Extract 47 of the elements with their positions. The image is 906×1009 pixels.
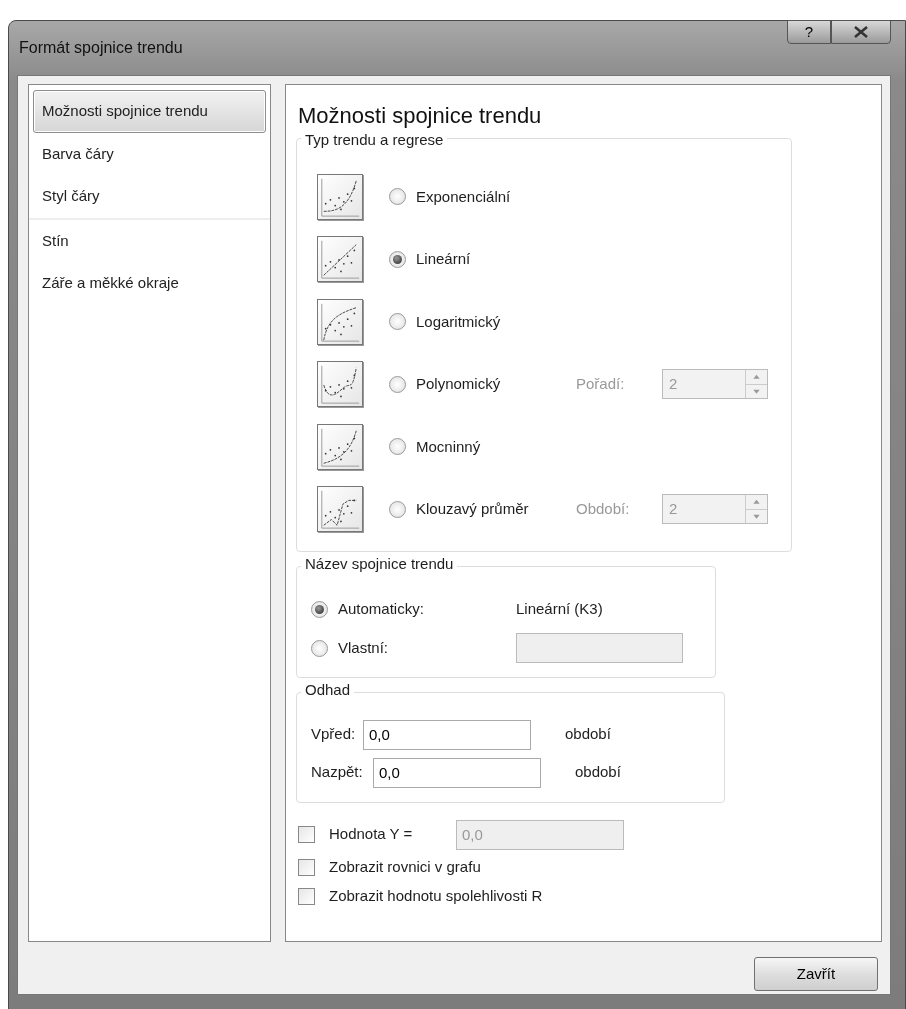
unit-label: období: [565, 724, 611, 745]
parameter-label: Období:: [576, 499, 631, 519]
number-field[interactable]: 0,0: [363, 719, 531, 750]
parameter-label: Pořadí:: [576, 374, 626, 394]
trendline-icon: [317, 361, 363, 408]
option-label: Polynomický: [416, 374, 502, 394]
checkbox-label: Zobrazit rovnici v grafu: [329, 856, 481, 877]
sidebar-item[interactable]: Styl čáry: [33, 175, 266, 218]
number-field[interactable]: 0,0: [373, 757, 541, 788]
window-title: Formát spojnice trendu: [18, 38, 183, 58]
option-label: Automaticky:: [338, 598, 425, 619]
option-label: Lineární: [416, 249, 472, 269]
help-button[interactable]: ?: [787, 20, 831, 44]
sidebar-item[interactable]: Možnosti spojnice trendu: [33, 90, 266, 133]
sidebar-item[interactable]: Stín: [33, 219, 266, 262]
trendline-icon: [317, 423, 363, 470]
checkbox-label: Hodnota Y =: [329, 824, 414, 845]
sidebar-item[interactable]: Barva čáry: [33, 132, 266, 175]
option-label: Klouzavý průměr: [416, 499, 530, 519]
sidebar-item[interactable]: Záře a měkké okraje: [33, 262, 266, 305]
field-label: Nazpět:: [311, 762, 364, 783]
close-button[interactable]: Zavřít: [754, 957, 878, 991]
radio-button[interactable]: [389, 375, 406, 393]
checkbox[interactable]: [298, 826, 315, 843]
option-label: Exponenciální: [416, 186, 512, 207]
trendline-icon: [317, 173, 363, 220]
checkbox[interactable]: [298, 887, 315, 905]
radio-button[interactable]: [389, 500, 406, 518]
close-button[interactable]: [831, 20, 891, 44]
checkbox-label: Zobrazit hodnotu spolehlivosti R: [329, 885, 543, 906]
trendline-icon: [317, 298, 363, 345]
trendline-icon: [317, 486, 363, 533]
field-label: Vpřed:: [311, 724, 357, 745]
name-value: Lineární (K3): [516, 598, 603, 619]
panel-heading: Možnosti spojnice trendu: [298, 102, 543, 130]
trendline-icon: [317, 236, 363, 283]
option-label: Mocninný: [416, 436, 482, 457]
checkbox[interactable]: [298, 858, 315, 876]
radio-button[interactable]: [389, 250, 406, 268]
close-icon: [853, 26, 869, 38]
radio-button[interactable]: [389, 188, 406, 206]
unit-label: období: [575, 762, 621, 783]
radio-button[interactable]: [389, 438, 406, 456]
option-label: Logaritmický: [416, 311, 502, 332]
option-label: Vlastní:: [338, 637, 390, 658]
radio-button[interactable]: [311, 600, 328, 618]
radio-button[interactable]: [389, 313, 406, 331]
